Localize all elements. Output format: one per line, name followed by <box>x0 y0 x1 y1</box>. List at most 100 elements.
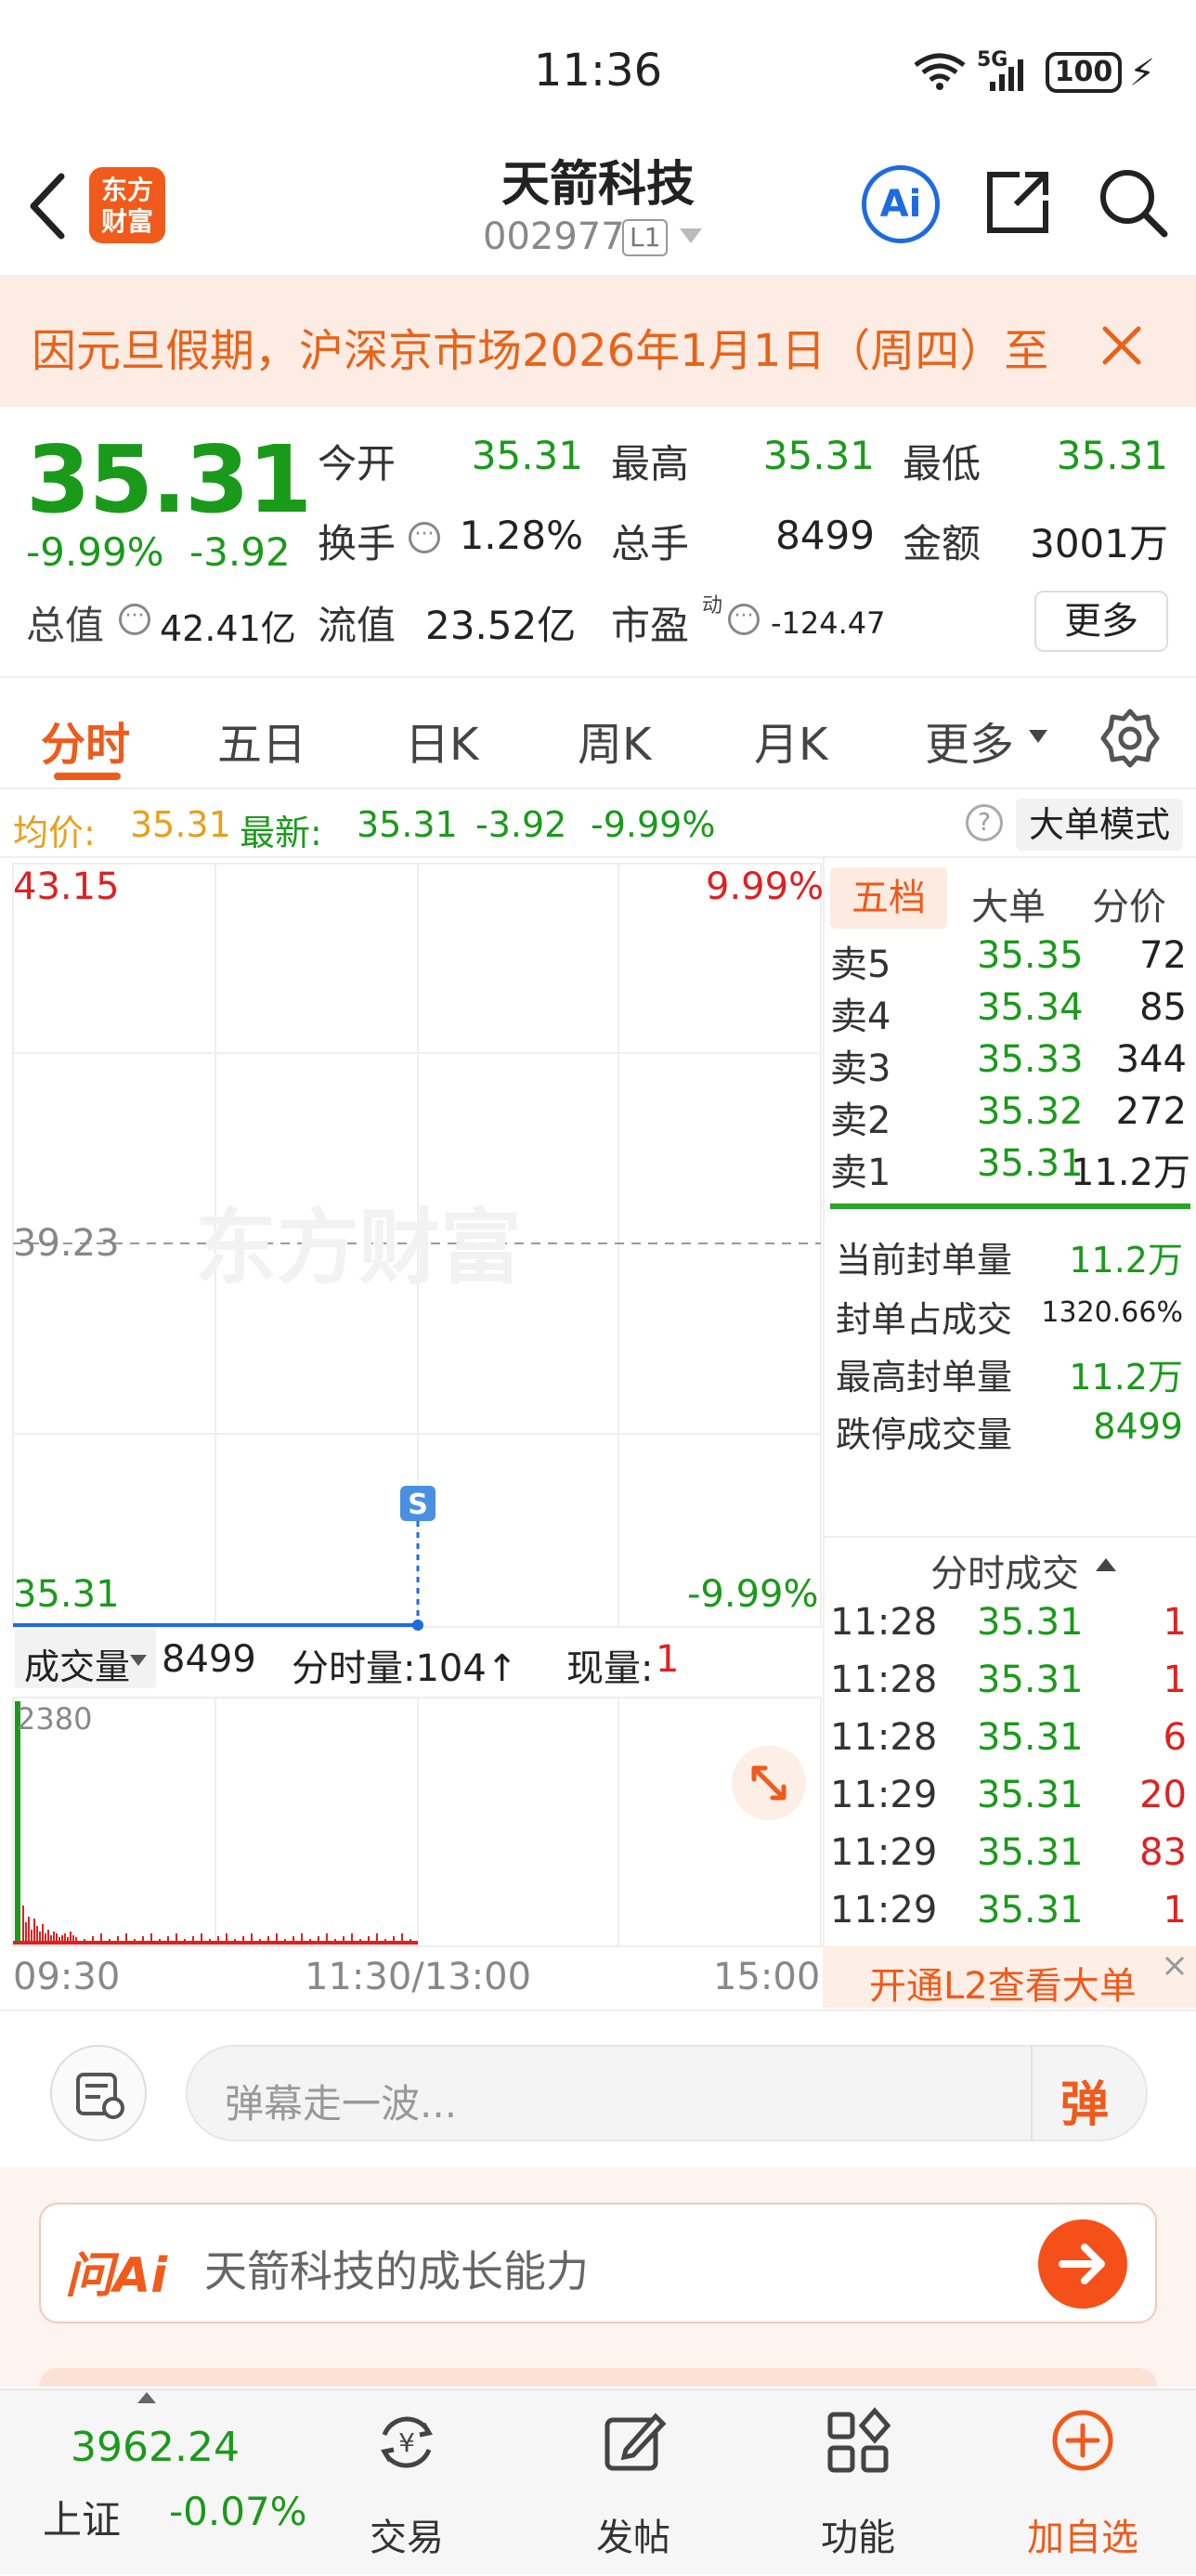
mktcap-label: 总值 <box>26 603 105 648</box>
trade-price: 35.31 <box>977 1659 1084 1701</box>
ask-price: 35.34 <box>977 986 1084 1029</box>
ask-qty: 344 <box>1115 1038 1187 1081</box>
trade-price: 35.31 <box>977 1601 1084 1644</box>
open-label: 今开 <box>318 441 396 487</box>
volume-bar <box>36 1926 38 1943</box>
nav-add-watchlist[interactable]: 加自选 <box>1003 2390 1163 2576</box>
level-badge[interactable]: L1 <box>622 219 669 256</box>
ask-qty: 11.2万 <box>1070 1151 1190 1194</box>
search-icon[interactable] <box>1096 165 1170 240</box>
sort-up-icon[interactable] <box>1096 1558 1116 1571</box>
current-price: 35.31 <box>26 425 312 534</box>
quote-summary: 35.31 -9.99% -3.92 今开 35.31 最高 35.31 最低 … <box>0 409 1196 678</box>
tab-price-levels[interactable]: 分价 <box>1092 877 1166 930</box>
danmu-input[interactable]: 弹幕走一波... 弹 <box>186 2045 1148 2141</box>
l2-banner[interactable]: 开通L2查看大单 <box>823 1946 1196 2008</box>
l2-banner-text: 开通L2查看大单 <box>869 1965 1137 2008</box>
latest-label: 最新: <box>240 813 322 853</box>
danmu-settings-icon[interactable] <box>50 2045 147 2141</box>
gear-icon[interactable] <box>1099 708 1161 769</box>
share-icon[interactable] <box>982 167 1053 238</box>
trade-qty: 1 <box>1163 1601 1187 1644</box>
nav-trade[interactable]: ¥ 交易 <box>327 2390 487 2576</box>
ai-button[interactable]: Ai <box>862 165 940 243</box>
big-order-mode-button[interactable]: 大单模式 <box>1016 799 1183 851</box>
trade-time: 11:29 <box>830 1889 938 1932</box>
status-bar: 11:36 5G 100 ⚡ <box>0 0 1196 139</box>
chevron-up-icon <box>137 2392 156 2403</box>
price-top: 43.15 <box>13 865 120 908</box>
intraday-chart[interactable]: 东方财富 S <box>0 858 826 2010</box>
chevron-down-icon[interactable] <box>680 228 702 243</box>
tab-five-levels[interactable]: 五档 <box>830 867 947 929</box>
time-end: 15:00 <box>713 1956 821 1998</box>
pe-label: 市盈 <box>611 603 690 648</box>
ask-label: 卖3 <box>830 1047 891 1090</box>
nav-add-label: 加自选 <box>1027 2517 1138 2559</box>
battery-icon: 100 <box>1046 52 1122 93</box>
volume-bar <box>22 1906 24 1943</box>
index-change: -0.07% <box>169 2489 307 2534</box>
mktcap-value: 42.41亿 <box>160 608 296 649</box>
info-icon[interactable]: ··· <box>119 604 150 635</box>
tab-five-day[interactable]: 五日 <box>217 708 306 773</box>
nav-function[interactable]: 功能 <box>778 2390 938 2576</box>
stat-value: 8499 <box>1093 1406 1183 1447</box>
ask-ai-input[interactable]: 问Ai 天箭科技的成长能力 <box>39 2203 1157 2323</box>
close-icon[interactable] <box>1159 1950 1190 1982</box>
signal-icon <box>984 56 1031 93</box>
close-icon[interactable] <box>1096 319 1148 371</box>
chevron-down-icon[interactable] <box>1029 730 1047 743</box>
intraday-chart-area: 东方财富 S 43.15 9.99% 39.23 35.31 -9.99% 成交… <box>0 858 1196 2010</box>
stat-label: 当前封单量 <box>836 1240 1013 1281</box>
nav-function-label: 功能 <box>821 2517 895 2559</box>
now-value: 1 <box>656 1638 680 1681</box>
holiday-notice[interactable]: 因元旦假期，沪深京市场2026年1月1日（周四）至 <box>0 277 1196 407</box>
volume-selector[interactable]: 成交量 <box>15 1629 156 1688</box>
low-value: 35.31 <box>1056 433 1168 478</box>
tab-underline <box>54 773 121 780</box>
tab-intraday[interactable]: 分时 <box>41 708 130 773</box>
volume-value: 8499 <box>162 1638 256 1681</box>
info-icon[interactable]: ··· <box>728 604 760 635</box>
tab-weekly-k[interactable]: 周K <box>578 708 651 773</box>
index-ticker[interactable]: 3962.24 上证 -0.07% <box>0 2390 307 2576</box>
trade-row: 11:28 35.31 1 <box>828 1659 1190 1714</box>
trades-title[interactable]: 分时成交 <box>930 1543 1079 1597</box>
turnover-label: 换手 <box>318 521 396 566</box>
more-button[interactable]: 更多 <box>1034 591 1168 652</box>
svg-text:¥: ¥ <box>398 2427 415 2458</box>
tab-daily-k[interactable]: 日K <box>405 708 478 773</box>
tab-monthly-k[interactable]: 月K <box>754 708 827 773</box>
trade-price: 35.31 <box>977 1774 1084 1816</box>
bottom-nav: 3962.24 上证 -0.07% ¥ 交易 发帖 功能 加自选 <box>0 2388 1196 2574</box>
panel-divider <box>823 858 825 1946</box>
tab-more[interactable]: 更多 <box>925 708 1014 773</box>
change-pct: -9.99% <box>26 529 164 575</box>
stat-value: 1320.66% <box>1041 1296 1183 1329</box>
stat-value: 11.2万 <box>1069 1357 1183 1398</box>
watermark: 东方财富 <box>195 1200 522 1295</box>
expand-icon[interactable] <box>732 1746 806 1820</box>
ask-label: 卖2 <box>830 1099 891 1142</box>
arrow-right-icon[interactable] <box>1038 2219 1127 2309</box>
price-bottom: 35.31 <box>13 1573 120 1616</box>
limit-down-bar <box>830 1203 1190 1209</box>
danmu-placeholder: 弹幕走一波... <box>225 2081 458 2127</box>
pct-bottom: -9.99% <box>687 1573 819 1616</box>
float-label: 流值 <box>318 603 396 648</box>
trade-time: 11:28 <box>830 1716 938 1759</box>
stat-label: 最高封单量 <box>836 1357 1013 1398</box>
nav-post[interactable]: 发帖 <box>553 2390 713 2576</box>
info-icon[interactable]: ··· <box>409 522 440 553</box>
danmu-send-button[interactable]: 弹 <box>1060 2065 1109 2135</box>
ask-label: 卖5 <box>830 943 891 986</box>
trade-qty: 1 <box>1163 1889 1187 1932</box>
tab-big-orders[interactable]: 大单 <box>971 877 1046 930</box>
trade-time: 11:29 <box>830 1774 938 1816</box>
volume-bar <box>47 1930 49 1943</box>
help-icon[interactable]: ? <box>966 804 1003 841</box>
ask-qty: 85 <box>1139 986 1187 1029</box>
float-value: 23.52亿 <box>425 603 577 648</box>
trade-row: 11:29 35.31 83 <box>828 1831 1190 1887</box>
